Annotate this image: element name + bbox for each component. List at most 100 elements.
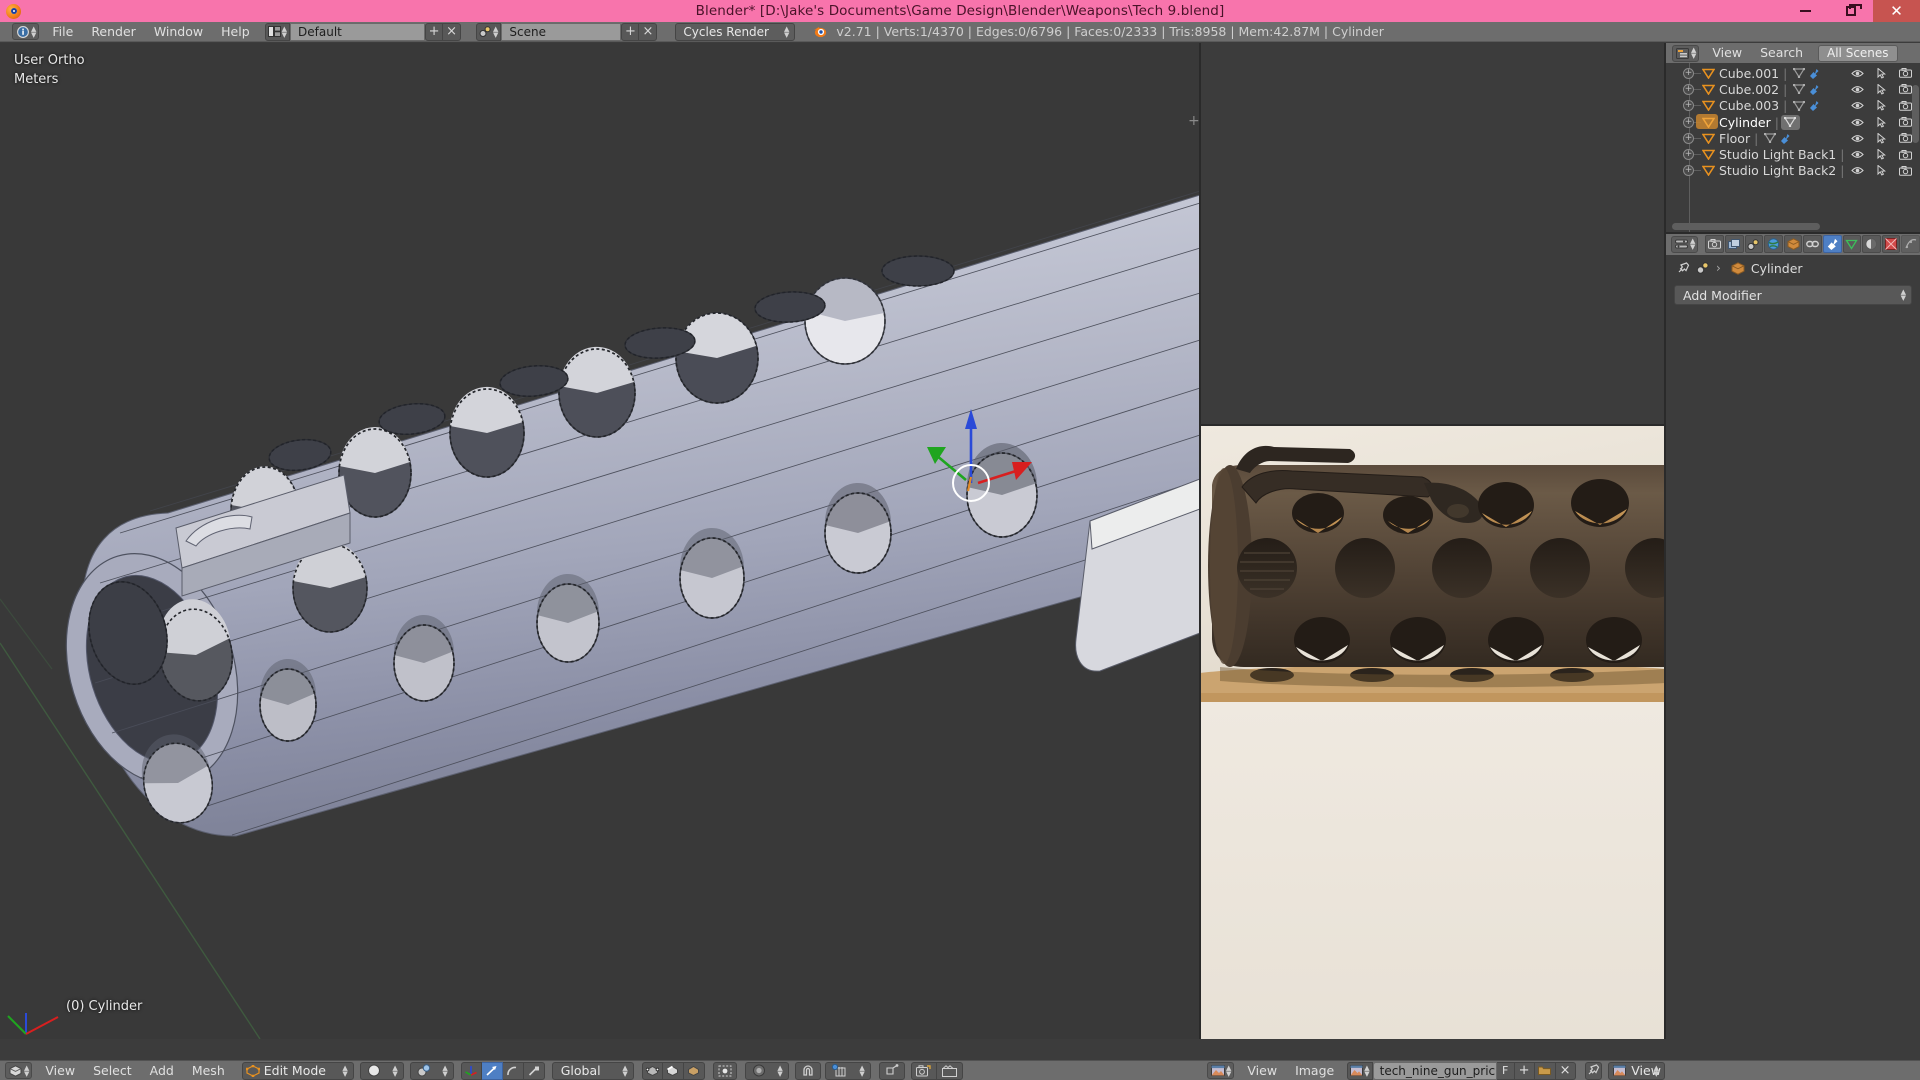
viewport-canvas[interactable]: + +: [0, 43, 1200, 1039]
properties-tab-material[interactable]: [1862, 235, 1881, 253]
interaction-mode-selector[interactable]: Edit Mode ▲ ▼: [241, 1061, 354, 1080]
camera-icon[interactable]: [1899, 117, 1912, 127]
expand-toggle-icon[interactable]: +: [1683, 149, 1694, 161]
properties-tab-data[interactable]: [1842, 235, 1862, 253]
breadcrumb-object-name[interactable]: Cylinder: [1751, 261, 1803, 276]
editor-type-selector-3dview[interactable]: ▲ ▼: [5, 1062, 33, 1079]
translate-manipulator-button[interactable]: [481, 1061, 503, 1080]
modifier-wrench-icon[interactable]: [1806, 84, 1821, 95]
vertex-select-button[interactable]: [641, 1061, 663, 1080]
properties-tab-particles[interactable]: [1901, 235, 1920, 253]
manipulator-enable-toggle[interactable]: [460, 1061, 482, 1080]
outliner-item-floor[interactable]: + Floor |: [1666, 130, 1920, 146]
mesh-data-icon[interactable]: [1762, 133, 1777, 144]
fake-user-toggle[interactable]: F: [1496, 1061, 1515, 1080]
mesh-data-icon[interactable]: [1791, 68, 1806, 79]
open-image-button[interactable]: [1534, 1061, 1556, 1080]
mesh-data-icon[interactable]: [1791, 84, 1806, 95]
expand-toggle-icon[interactable]: +: [1683, 165, 1694, 177]
editor-type-selector-image[interactable]: ▲ ▼: [1207, 1062, 1235, 1079]
outliner-vertical-scrollbar[interactable]: [1912, 85, 1919, 143]
editor-split-image-top[interactable]: [1200, 424, 1665, 426]
transform-orientation-selector[interactable]: Global ▲ ▼: [551, 1061, 634, 1080]
rotate-manipulator-button[interactable]: [502, 1061, 524, 1080]
cursor-arrow-icon[interactable]: [1877, 83, 1886, 95]
menu-render[interactable]: Render: [82, 22, 145, 42]
proportional-edit-selector[interactable]: ▲ ▼: [744, 1061, 789, 1080]
expand-toggle-icon[interactable]: +: [1683, 116, 1694, 128]
eye-icon[interactable]: [1851, 118, 1864, 127]
edge-select-button[interactable]: [662, 1061, 684, 1080]
3d-viewport[interactable]: + + User Ortho Meters (0) Cylinder: [0, 43, 1200, 1039]
image-view-mode-selector[interactable]: View ▲ ▼: [1608, 1061, 1665, 1080]
add-modifier-button[interactable]: Add Modifier ▲ ▼: [1674, 285, 1912, 305]
browse-image-button[interactable]: ▲ ▼: [1347, 1061, 1373, 1080]
expand-toggle-icon[interactable]: +: [1683, 83, 1694, 95]
mesh-display-overlay-button[interactable]: [878, 1061, 905, 1080]
outliner-item-studio-light-back2[interactable]: + Studio Light Back2 |: [1666, 163, 1920, 179]
modifier-wrench-icon[interactable]: [1806, 68, 1821, 79]
properties-tab-object[interactable]: [1783, 235, 1803, 253]
editor-split-outliner-properties[interactable]: [1665, 232, 1920, 234]
outliner-editor[interactable]: ▲▼ View Search All Scenes + Cube.001 |: [1665, 43, 1920, 233]
eye-icon[interactable]: [1851, 69, 1864, 78]
editor-split-right-panel[interactable]: [1664, 43, 1666, 1039]
camera-icon[interactable]: [1899, 133, 1912, 144]
eye-icon[interactable]: [1851, 101, 1864, 110]
outliner-item-cylinder[interactable]: + Cylinder |: [1666, 114, 1920, 130]
unlink-image-button[interactable]: ×: [1555, 1061, 1576, 1080]
render-animation-button[interactable]: [936, 1061, 963, 1080]
camera-icon[interactable]: [1899, 84, 1912, 95]
cursor-arrow-icon[interactable]: [1877, 67, 1886, 79]
properties-tab-scene[interactable]: [1744, 235, 1764, 253]
cursor-arrow-icon[interactable]: [1877, 116, 1886, 128]
camera-icon[interactable]: [1899, 68, 1912, 78]
outliner-display-mode[interactable]: All Scenes: [1818, 44, 1898, 62]
limit-selection-visible-button[interactable]: [712, 1061, 737, 1080]
snap-element-selector[interactable]: ▲ ▼: [824, 1061, 871, 1080]
cursor-arrow-icon[interactable]: [1877, 132, 1886, 144]
modifier-wrench-icon[interactable]: [1777, 133, 1792, 144]
outliner-menu-view[interactable]: View: [1703, 43, 1751, 63]
outliner-item-cube-002[interactable]: + Cube.002 |: [1666, 81, 1920, 97]
editor-type-selector-outliner[interactable]: ▲ ▼: [1672, 44, 1700, 62]
render-still-button[interactable]: [910, 1061, 937, 1080]
minimize-button[interactable]: [1783, 0, 1828, 22]
properties-tab-render[interactable]: [1705, 235, 1724, 253]
modifier-wrench-icon[interactable]: [1806, 100, 1821, 112]
properties-tab-render-layers[interactable]: [1724, 235, 1744, 253]
add-screen-layout-button[interactable]: +: [425, 22, 444, 41]
cursor-arrow-icon[interactable]: [1877, 165, 1886, 177]
eye-icon[interactable]: [1851, 85, 1864, 94]
menu-help[interactable]: Help: [212, 22, 259, 42]
scene-browse-button[interactable]: ▲ ▼: [476, 22, 502, 41]
new-image-button[interactable]: +: [1514, 1061, 1535, 1080]
mesh-data-icon[interactable]: [1780, 114, 1800, 130]
outliner-menu-search[interactable]: Search: [1751, 43, 1812, 63]
camera-icon[interactable]: [1899, 149, 1912, 160]
delete-scene-button[interactable]: ×: [639, 22, 658, 41]
expand-toggle-icon[interactable]: +: [1683, 67, 1694, 79]
outliner-item-cube-001[interactable]: + Cube.001 |: [1666, 65, 1920, 81]
cursor-arrow-icon[interactable]: [1877, 149, 1886, 160]
viewport-menu-mesh[interactable]: Mesh: [183, 1061, 234, 1080]
image-name-field[interactable]: tech_nine_gun_pric...: [1372, 1061, 1497, 1080]
uv-image-editor[interactable]: [1200, 425, 1665, 1039]
outliner-item-cube-003[interactable]: + Cube.003 |: [1666, 98, 1920, 114]
properties-editor[interactable]: ▲ ▼ › Cylinder Add Modifier ▲ ▼: [1665, 233, 1920, 1039]
eye-icon[interactable]: [1851, 166, 1864, 175]
editor-type-selector-properties[interactable]: ▲ ▼: [1671, 235, 1699, 253]
screen-layout-name-field[interactable]: Default: [290, 22, 426, 41]
menu-file[interactable]: File: [43, 22, 82, 42]
image-editor-menu-image[interactable]: Image: [1286, 1061, 1343, 1080]
outliner-horizontal-scrollbar[interactable]: [1672, 223, 1820, 230]
properties-tab-modifiers[interactable]: [1822, 235, 1842, 253]
viewport-menu-select[interactable]: Select: [84, 1061, 141, 1080]
properties-tab-constraints[interactable]: [1803, 235, 1822, 253]
scale-manipulator-button[interactable]: [523, 1061, 545, 1080]
expand-toggle-icon[interactable]: +: [1683, 132, 1694, 144]
mesh-data-icon[interactable]: [1791, 100, 1806, 111]
delete-screen-layout-button[interactable]: ×: [443, 22, 462, 41]
add-scene-button[interactable]: +: [621, 22, 640, 41]
outliner-item-studio-light-back1[interactable]: + Studio Light Back1 |: [1666, 146, 1920, 162]
